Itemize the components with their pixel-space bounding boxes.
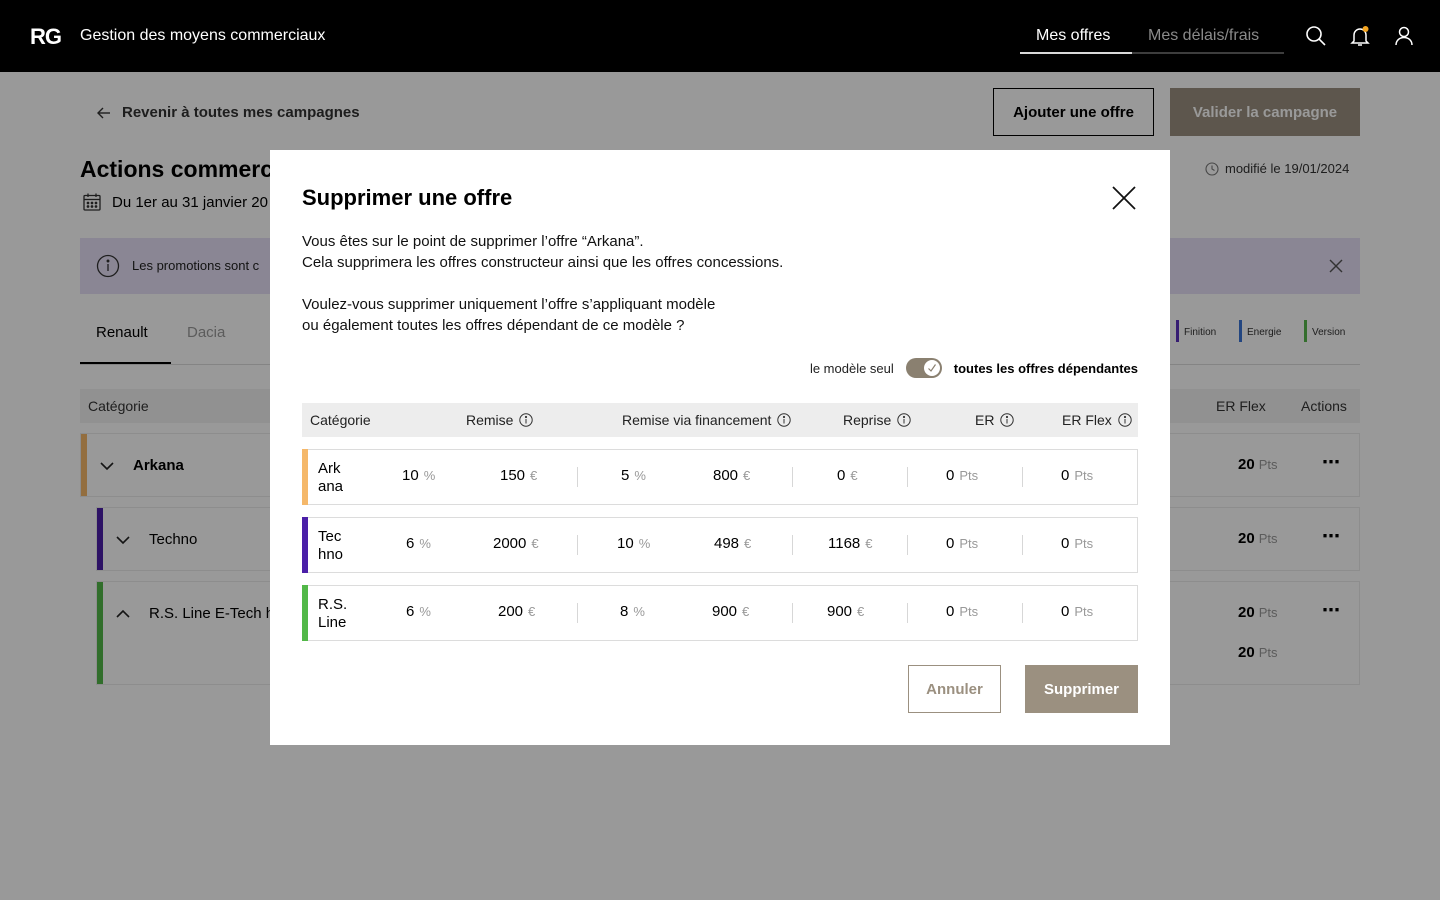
er-value: 0 Pts — [946, 467, 979, 484]
info-icon[interactable] — [777, 413, 792, 427]
cancel-button[interactable]: Annuler — [908, 665, 1001, 713]
discount-pct-value: 10% — [402, 467, 436, 484]
financing-pct-value: 5% — [621, 467, 646, 484]
row-color-bar — [302, 449, 308, 505]
info-icon[interactable] — [897, 413, 911, 427]
info-icon[interactable] — [1118, 413, 1132, 427]
bell-icon[interactable] — [1348, 24, 1372, 48]
check-icon — [927, 364, 936, 372]
discount-eur-value: 150 € — [500, 467, 538, 484]
row-color-bar — [302, 585, 308, 641]
header-discount: Remise — [466, 412, 534, 428]
er-flex-value: 0 Pts — [1061, 603, 1094, 620]
tab-mes-offres[interactable]: Mes offres — [1036, 27, 1110, 45]
cell-divider — [577, 603, 578, 623]
row-category: R.S. Line — [318, 596, 348, 631]
header-category: Catégorie — [310, 412, 371, 428]
header-trade-in: Reprise — [843, 412, 911, 428]
delete-offer-modal: Supprimer une offre Vous êtes sur le poi… — [270, 150, 1170, 745]
trade-in-value: 0 € — [837, 467, 858, 484]
search-icon[interactable] — [1304, 24, 1328, 48]
er-value: 0 Pts — [946, 535, 979, 552]
cell-divider — [577, 535, 578, 555]
row-color-bar — [302, 517, 308, 573]
discount-eur-value: 200 € — [498, 603, 536, 620]
tab-underline-active — [1020, 52, 1132, 54]
modal-warning-text: Vous êtes sur le point de supprimer l’of… — [302, 233, 784, 271]
info-icon[interactable] — [519, 413, 534, 427]
tab-underline-inactive — [1132, 52, 1284, 54]
delete-button[interactable]: Supprimer — [1025, 665, 1138, 713]
info-icon[interactable] — [1000, 413, 1015, 427]
modal-question-text: Voulez-vous supprimer uniquement l’offre… — [302, 296, 716, 334]
header-financing-discount: Remise via financement — [622, 412, 792, 428]
header-er: ER — [975, 412, 1015, 428]
cell-divider — [907, 535, 908, 555]
user-icon[interactable] — [1392, 24, 1416, 48]
er-flex-value: 0 Pts — [1061, 535, 1094, 552]
financing-eur-value: 498 € — [714, 535, 752, 552]
top-bar: RG Gestion des moyens commerciaux Mes of… — [0, 0, 1440, 72]
cell-divider — [792, 535, 793, 555]
toggle-label-all-dependent[interactable]: toutes les offres dépendantes — [954, 361, 1138, 376]
cell-divider — [1022, 467, 1023, 487]
row-category: Ark ana — [318, 460, 344, 495]
cell-divider — [1022, 603, 1023, 623]
er-value: 0 Pts — [946, 603, 979, 620]
cell-divider — [1022, 535, 1023, 555]
header-er-flex: ER Flex — [1062, 412, 1132, 428]
financing-eur-value: 900 € — [712, 603, 750, 620]
toggle-label-model-only[interactable]: le modèle seul — [810, 361, 894, 376]
scope-toggle-switch[interactable] — [905, 358, 942, 378]
trade-in-value: 900 € — [827, 603, 865, 620]
cell-divider — [577, 467, 578, 487]
table-row: Tec hno 6% 2000 € 10% 498 € 1168 € 0 Pts 0 Pts — [302, 517, 1138, 573]
financing-eur-value: 800 € — [713, 467, 751, 484]
close-icon[interactable] — [1110, 184, 1138, 212]
cell-divider — [907, 467, 908, 487]
discount-pct-value: 6% — [406, 603, 431, 620]
tab-mes-delais-frais[interactable]: Mes délais/frais — [1148, 27, 1259, 45]
discount-pct-value: 6% — [406, 535, 431, 552]
modal-table-header: Catégorie Remise Remise via financement … — [302, 403, 1138, 437]
table-row: Ark ana 10% 150 € 5% 800 € 0 € 0 Pts 0 Pts — [302, 449, 1138, 505]
trade-in-value: 1168 € — [828, 535, 873, 552]
scope-toggle-row: le modèle seul toutes les offres dépenda… — [810, 358, 1138, 378]
financing-pct-value: 10% — [617, 535, 651, 552]
toggle-knob — [923, 360, 940, 376]
er-flex-value: 0 Pts — [1061, 467, 1094, 484]
modal-title: Supprimer une offre — [302, 185, 513, 210]
financing-pct-value: 8% — [620, 603, 645, 620]
cell-divider — [792, 467, 793, 487]
cell-divider — [792, 603, 793, 623]
table-row: R.S. Line 6% 200 € 8% 900 € 900 € 0 Pts 0 Pts — [302, 585, 1138, 641]
brand-logo[interactable]: RG — [30, 24, 62, 50]
row-category: Tec hno — [318, 528, 344, 563]
cell-divider — [907, 603, 908, 623]
discount-eur-value: 2000 € — [493, 535, 539, 552]
app-title: Gestion des moyens commerciaux — [80, 27, 326, 44]
